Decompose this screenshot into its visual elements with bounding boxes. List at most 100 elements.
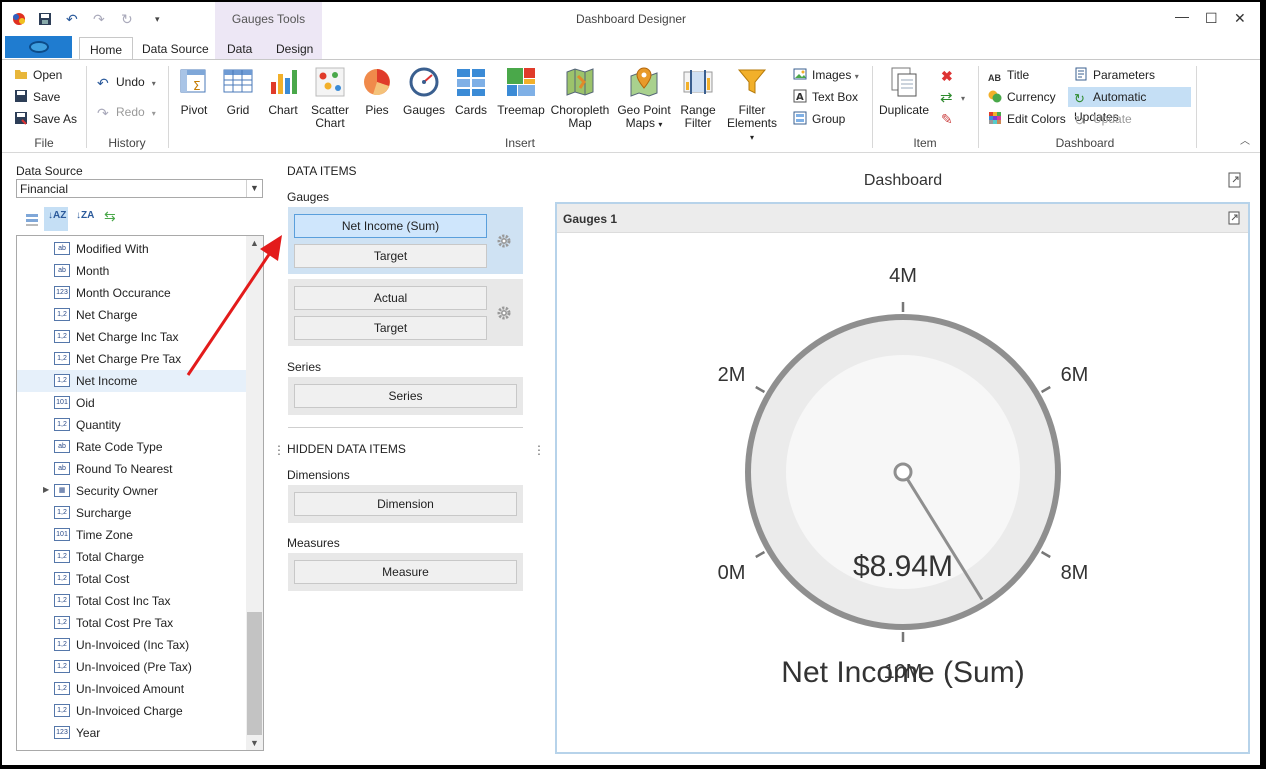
field-item[interactable]: 1,2 Total Charge <box>17 546 247 568</box>
tab-data-source[interactable]: Data Source <box>142 42 209 56</box>
convert-dropdown-icon[interactable]: ▾ <box>961 94 965 103</box>
field-item[interactable]: 123 Year <box>17 722 247 744</box>
close-icon[interactable]: ✕ <box>1234 10 1246 27</box>
field-label: Net Income <box>76 374 138 388</box>
data-source-combo[interactable]: Financial ▼ <box>16 179 263 198</box>
gauge-target-slot[interactable]: Target <box>294 244 487 268</box>
tab-design[interactable]: Design <box>276 42 313 56</box>
currency-icon <box>988 90 1002 103</box>
group-button[interactable]: Group <box>793 110 845 128</box>
minimize-icon[interactable]: — <box>1175 8 1189 24</box>
gauges-button[interactable]: Gauges <box>402 66 446 117</box>
duplicate-button[interactable]: Duplicate <box>878 66 930 117</box>
file-tab[interactable] <box>5 36 72 58</box>
field-item[interactable]: 101 Time Zone <box>17 524 247 546</box>
images-button[interactable]: Images ▾ <box>793 66 859 84</box>
export-item-icon[interactable] <box>1227 211 1241 225</box>
update-button[interactable]: ↻ Update <box>1074 110 1132 128</box>
export-dashboard-icon[interactable] <box>1227 172 1243 188</box>
field-type-icon: 1,2 <box>54 638 70 651</box>
gauge-value-slot[interactable]: Net Income (Sum) <box>294 214 487 238</box>
field-item[interactable]: 1,2 Un-Invoiced Amount <box>17 678 247 700</box>
currency-button[interactable]: Currency <box>988 88 1056 106</box>
treemap-button[interactable]: Treemap <box>496 66 546 117</box>
grid-icon <box>223 69 253 93</box>
tab-home[interactable]: Home <box>79 37 134 59</box>
gauge-target-slot-2[interactable]: Target <box>294 316 487 340</box>
field-item[interactable]: 101 Oid <box>17 392 247 414</box>
title-button[interactable]: AB Title <box>988 66 1029 84</box>
geo-point-maps-button[interactable]: Geo Point Maps ▾ <box>616 66 672 131</box>
field-item[interactable]: 1,2 Un-Invoiced Charge <box>17 700 247 722</box>
save-as-icon <box>15 112 27 125</box>
maximize-icon[interactable]: ☐ <box>1205 10 1218 27</box>
field-item[interactable]: 1,2 Un-Invoiced (Inc Tax) <box>17 634 247 656</box>
eraser-icon[interactable]: ✎ <box>941 111 953 128</box>
cards-button[interactable]: Cards <box>452 66 490 117</box>
gauges-dashboard-item[interactable]: Gauges 1 0M 2M 4M 6M 8M 10M $8.94M Net Income… <box>555 202 1250 754</box>
field-item[interactable]: 1,2 Quantity <box>17 414 247 436</box>
undo-icon: ↶ <box>97 75 109 91</box>
scatter-chart-button[interactable]: Scatter Chart <box>307 66 353 130</box>
field-item[interactable]: 1,2 Un-Invoiced (Pre Tax) <box>17 656 247 678</box>
left-splitter-grip-icon[interactable]: ⋮ <box>273 444 285 456</box>
field-item[interactable]: 1,2 Total Cost Inc Tax <box>17 590 247 612</box>
open-button[interactable]: Open <box>14 66 62 84</box>
tab-data[interactable]: Data <box>227 42 252 56</box>
scrollbar-thumb[interactable] <box>247 612 262 735</box>
redo-button[interactable]: ↷ Redo ▾ <box>97 103 156 121</box>
field-item[interactable]: 1,2 Total Cost Pre Tax <box>17 612 247 634</box>
delete-item-icon[interactable]: ✖ <box>941 68 953 85</box>
field-label: Surcharge <box>76 506 132 520</box>
save-as-label: Save As <box>33 112 78 126</box>
chart-button[interactable]: Chart <box>264 66 302 117</box>
field-label: Modified With <box>76 242 149 256</box>
group-by-type-icon[interactable] <box>24 211 40 227</box>
automatic-updates-button[interactable]: ↻ Automatic Updates <box>1068 87 1191 124</box>
collapse-ribbon-icon[interactable]: ︿ <box>1240 132 1250 147</box>
field-type-icon: 1,2 <box>54 330 70 343</box>
dimension-slot[interactable]: Dimension <box>294 492 517 516</box>
filter-elements-button[interactable]: Filter Elements ▾ <box>724 66 780 144</box>
data-source-label: Data Source <box>16 164 83 178</box>
field-type-icon: ab <box>54 440 70 453</box>
grid-button[interactable]: Grid <box>219 66 257 117</box>
pies-button[interactable]: Pies <box>358 66 396 117</box>
sort-za-icon[interactable]: ↓ZA <box>76 210 94 221</box>
field-item[interactable]: ▶ ▦ Security Owner <box>17 480 247 502</box>
field-item[interactable]: 1,2 Surcharge <box>17 502 247 524</box>
series-slot[interactable]: Series <box>294 384 517 408</box>
parameters-button[interactable]: Parameters <box>1074 66 1155 84</box>
field-label: Round To Nearest <box>76 462 173 476</box>
choropleth-map-button[interactable]: Choropleth Map <box>550 66 610 130</box>
treemap-icon <box>507 68 535 96</box>
field-type-icon: 1,2 <box>54 616 70 629</box>
pivot-icon: Σ <box>180 69 206 93</box>
range-filter-button[interactable]: Range Filter <box>676 66 720 130</box>
gear-icon[interactable] <box>496 233 512 249</box>
right-splitter-grip-icon[interactable]: ⋮ <box>533 444 545 456</box>
field-item[interactable]: ab Rate Code Type <box>17 436 247 458</box>
field-item[interactable]: ab Round To Nearest <box>17 458 247 480</box>
text-box-button[interactable]: A Text Box <box>793 88 858 106</box>
gauge-actual-slot[interactable]: Actual <box>294 286 487 310</box>
field-type-icon: 1,2 <box>54 704 70 717</box>
scroll-down-icon[interactable]: ▼ <box>250 738 259 748</box>
chart-label: Chart <box>268 103 298 117</box>
chevron-down-icon[interactable]: ▼ <box>246 180 262 197</box>
field-item[interactable]: 1,2 Total Cost <box>17 568 247 590</box>
refresh-fields-icon[interactable]: ⇆ <box>104 208 116 225</box>
save-as-button[interactable]: Save As <box>14 110 77 128</box>
sort-ascending-button[interactable]: ↓AZ <box>44 207 68 231</box>
expand-arrow-icon[interactable]: ▶ <box>43 485 49 494</box>
convert-item-icon[interactable]: ⇄ <box>940 88 953 106</box>
undo-button[interactable]: ↶ Undo ▾ <box>97 73 156 91</box>
field-label: Rate Code Type <box>76 440 163 454</box>
gear-icon[interactable] <box>496 305 512 321</box>
title-bar: ↶ ↷ ↻ ▾ Gauges Tools Dashboard Designer … <box>2 2 1260 60</box>
save-button[interactable]: Save <box>14 88 60 106</box>
edit-colors-button[interactable]: Edit Colors <box>988 110 1066 128</box>
field-type-icon: 1,2 <box>54 682 70 695</box>
measure-slot[interactable]: Measure <box>294 560 517 584</box>
pivot-button[interactable]: Σ Pivot <box>174 66 214 117</box>
